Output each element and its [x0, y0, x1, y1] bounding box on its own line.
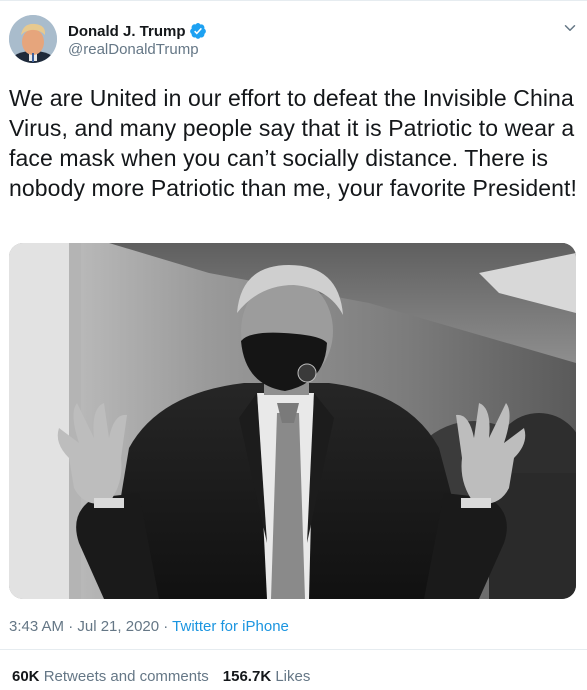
retweets-count: 60K: [12, 668, 40, 685]
retweets-label: Retweets and comments: [43, 668, 209, 685]
tweet-text: We are United in our effort to defeat th…: [9, 85, 577, 201]
tweet-photo[interactable]: [9, 243, 576, 599]
tweet-meta: 3:43 AM · Jul 21, 2020 · Twitter for iPh…: [9, 618, 289, 635]
timestamp[interactable]: 3:43 AM · Jul 21, 2020 ·: [9, 618, 172, 635]
display-name[interactable]: Donald J. Trump: [68, 23, 186, 40]
likes-count: 156.7K: [222, 668, 272, 685]
tweet-stats: 60K Retweets and comments 156.7K Likes: [12, 668, 310, 685]
tweet-card: Donald J. Trump @realDonaldTrump We are …: [0, 0, 587, 690]
verified-badge-icon: [189, 22, 206, 39]
author-name-row[interactable]: Donald J. Trump: [68, 21, 207, 41]
source-link[interactable]: Twitter for iPhone: [172, 618, 289, 635]
author-handle[interactable]: @realDonaldTrump: [68, 41, 199, 58]
likes-stat[interactable]: 156.7K Likes: [223, 668, 311, 685]
likes-label: Likes: [275, 668, 311, 685]
retweets-stat[interactable]: 60K Retweets and comments: [12, 668, 209, 685]
avatar[interactable]: [9, 15, 57, 63]
chevron-down-icon[interactable]: [561, 19, 579, 37]
divider: [0, 649, 587, 650]
